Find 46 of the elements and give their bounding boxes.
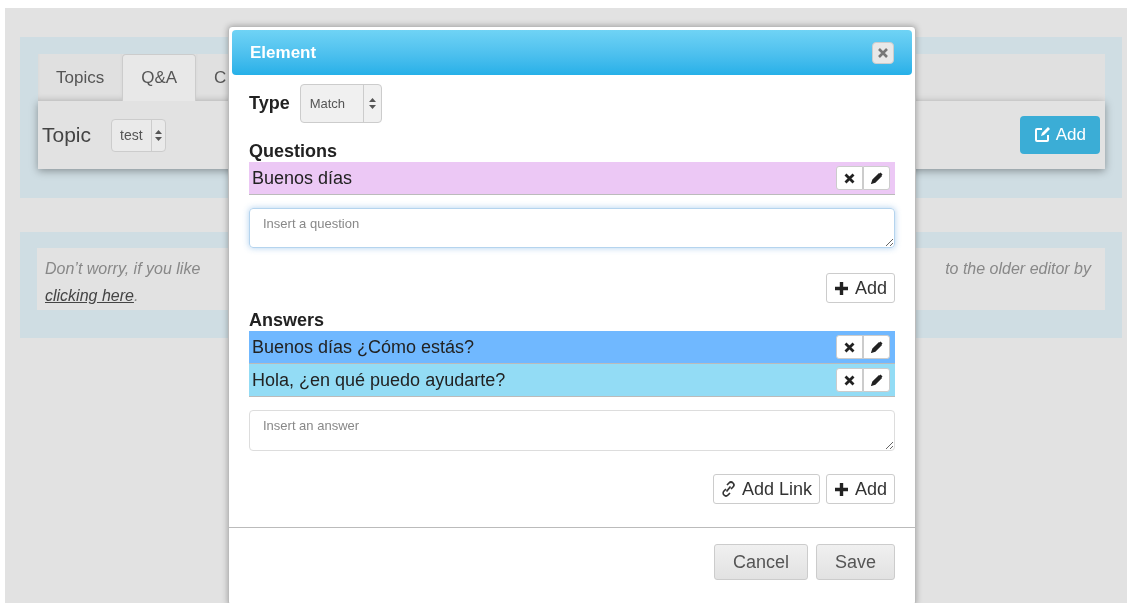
delete-icon <box>844 172 855 184</box>
question-field[interactable]: Insert a question <box>249 208 895 248</box>
questions-heading: Questions <box>249 140 338 162</box>
list-item[interactable]: Buenos días ¿Cómo estás? <box>249 331 895 364</box>
dialog-button[interactable]: Save <box>815 544 895 580</box>
delete-button[interactable] <box>836 335 863 359</box>
clicking-here-link[interactable]: clicking here <box>45 287 134 304</box>
dialog-title: Element <box>250 41 317 64</box>
list-item[interactable]: Hola, ¿en qué puedo ayudarte? <box>249 364 895 397</box>
edit-button[interactable] <box>863 368 890 392</box>
delete-button[interactable] <box>836 166 863 190</box>
type-label: Type <box>249 92 290 115</box>
plus-icon <box>833 280 849 296</box>
updown-icon <box>369 98 377 109</box>
add-link-button[interactable]: Add Link <box>712 474 820 504</box>
delete-icon <box>844 374 855 386</box>
delete-button[interactable] <box>836 368 863 392</box>
dialog-button[interactable]: Cancel <box>713 544 808 580</box>
pencil-icon <box>870 341 883 353</box>
add-button[interactable]: Add <box>825 273 895 303</box>
edit-icon <box>1033 127 1050 143</box>
notice-text: to the older editor by <box>945 259 1091 279</box>
add-button[interactable]: Add <box>825 474 895 504</box>
link-icon <box>720 481 736 497</box>
edit-button[interactable] <box>863 335 890 359</box>
pencil-icon <box>870 172 883 184</box>
item-text: Buenos días ¿Cómo estás? <box>252 335 476 359</box>
tab[interactable]: Topics <box>38 54 123 101</box>
list-item[interactable]: Buenos días <box>249 162 895 195</box>
topic-label: Topic <box>42 122 92 149</box>
tab[interactable]: Q&A <box>122 54 197 101</box>
close-icon <box>878 47 888 58</box>
answers-heading: Answers <box>249 309 326 331</box>
topic-select[interactable]: test <box>111 118 166 152</box>
type-select[interactable]: Match <box>299 84 383 123</box>
pencil-icon <box>870 374 883 386</box>
close-button[interactable] <box>872 41 894 64</box>
updown-icon <box>154 129 162 141</box>
notice-text: Don’t worry, if you like <box>45 259 201 279</box>
answer-field[interactable]: Insert an answer <box>249 410 895 451</box>
edit-button[interactable] <box>863 166 890 190</box>
item-text: Buenos días <box>252 166 354 190</box>
plus-icon <box>833 481 849 497</box>
period-text: . <box>133 287 139 304</box>
delete-icon <box>844 341 855 353</box>
item-text: Hola, ¿en qué puedo ayudarte? <box>252 368 507 392</box>
